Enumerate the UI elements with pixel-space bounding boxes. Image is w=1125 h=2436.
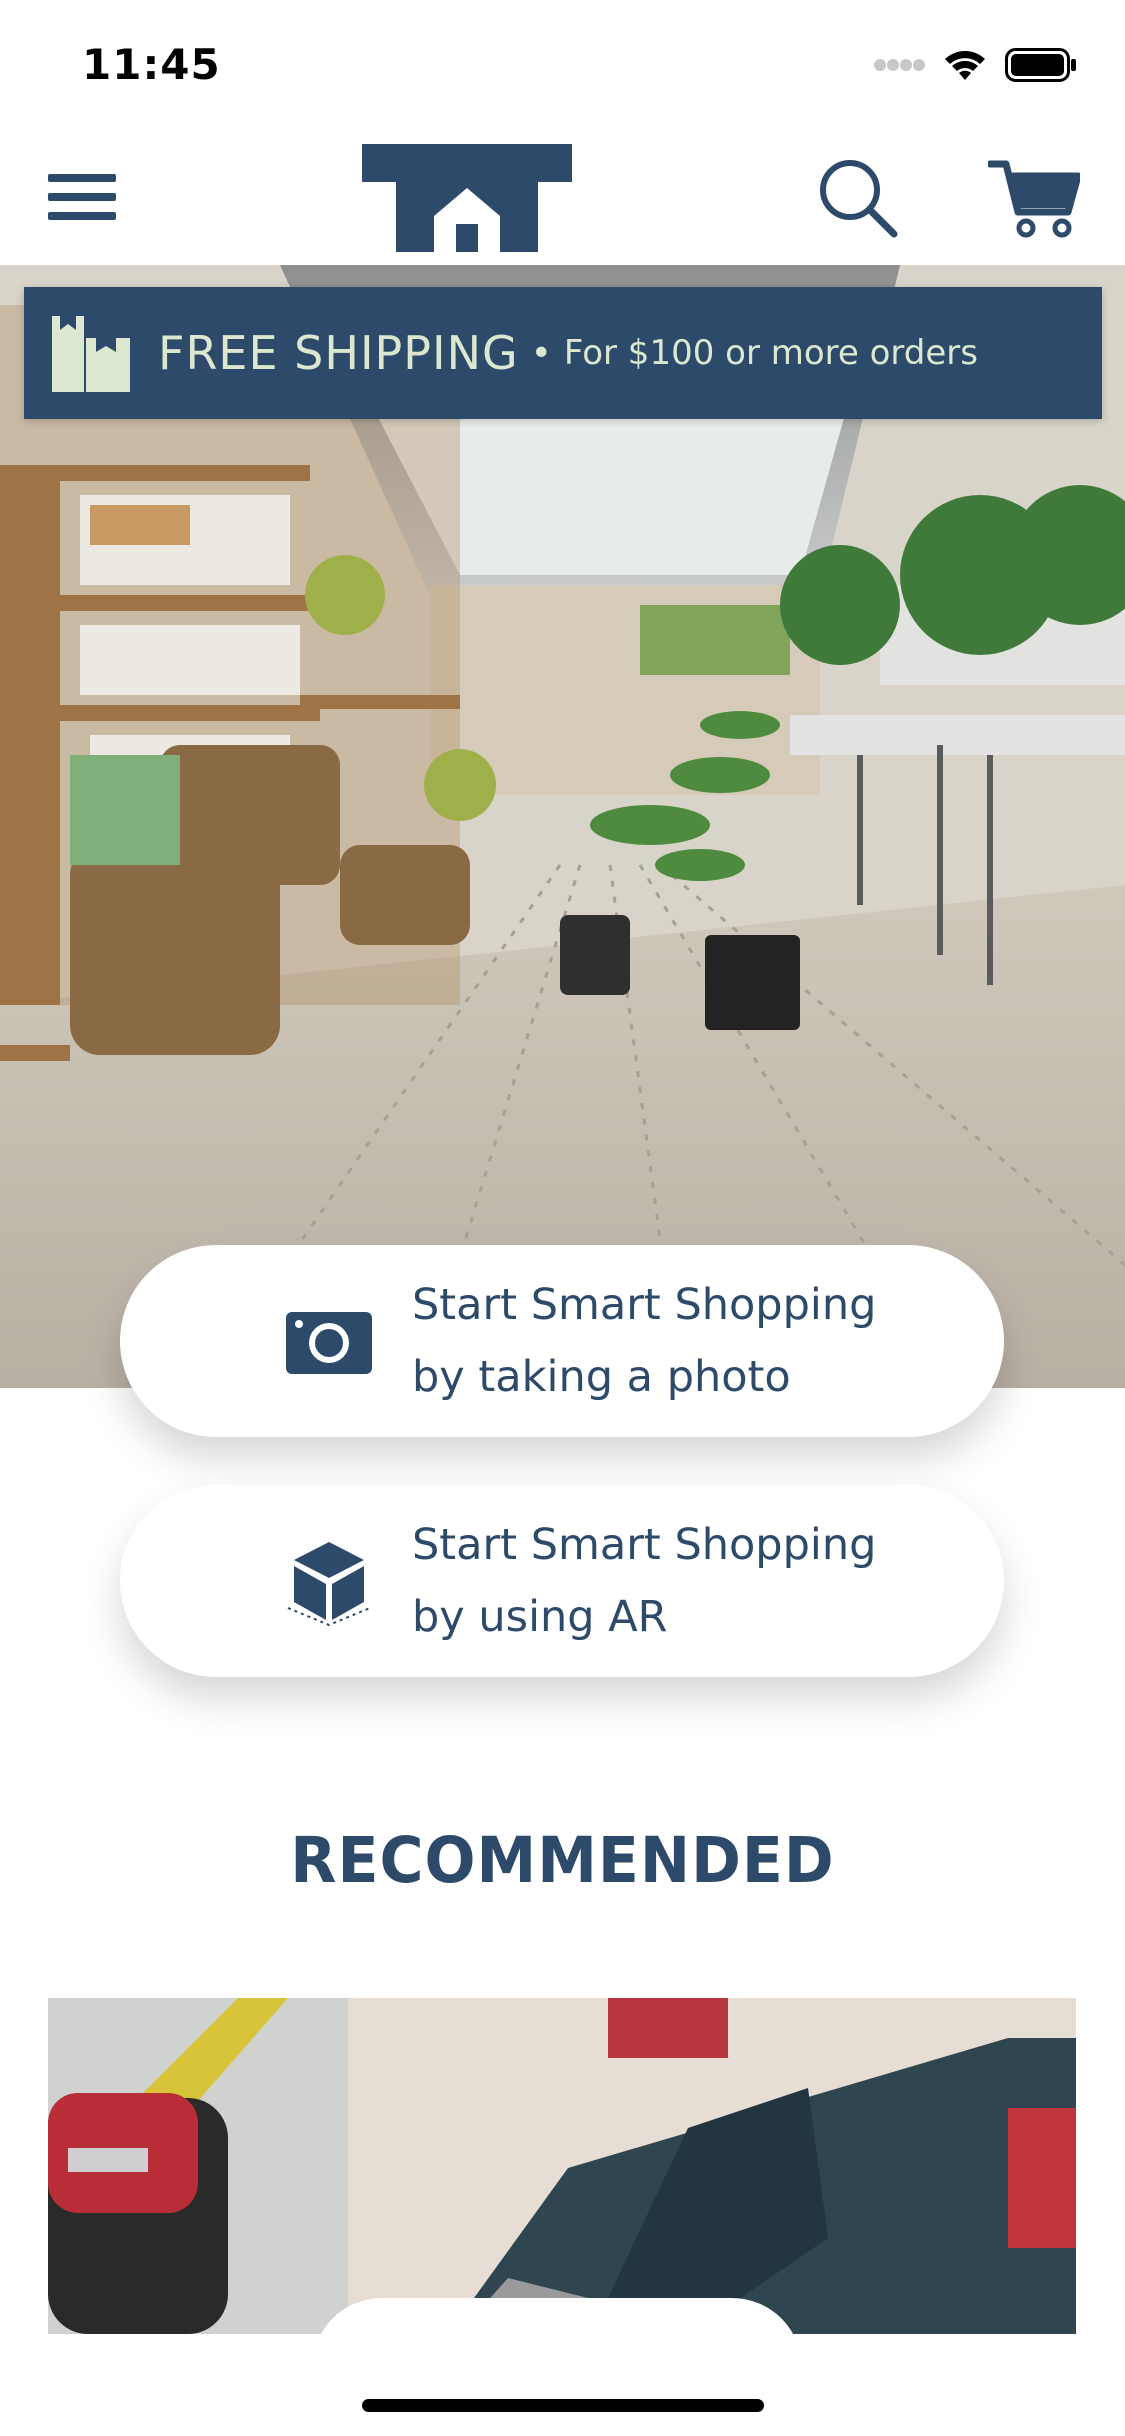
recommended-heading: RECOMMENDED <box>290 1824 835 1898</box>
banner-title: FREE SHIPPING <box>158 326 519 380</box>
app-header <box>0 130 1125 265</box>
free-shipping-banner[interactable]: FREE SHIPPING • For $100 or more orders <box>24 287 1102 419</box>
product-image <box>48 1998 1076 2334</box>
photo-button-line2: by taking a photo <box>412 1352 791 1402</box>
banner-separator: • <box>530 332 552 374</box>
store-logo[interactable] <box>362 144 572 252</box>
recommended-product-card[interactable] <box>48 1998 1076 2334</box>
ar-button-line2: by using AR <box>412 1592 668 1642</box>
hamburger-icon[interactable] <box>48 174 116 224</box>
card-overlay-tab <box>312 2298 802 2378</box>
cellular-signal-icon <box>874 59 925 71</box>
smart-shopping-ar-button[interactable]: Start Smart Shopping by using AR <box>120 1485 1004 1677</box>
home-indicator[interactable] <box>362 2399 764 2412</box>
photo-button-line1: Start Smart Shopping <box>412 1280 877 1330</box>
ar-cube-icon <box>287 1542 371 1626</box>
search-icon[interactable] <box>816 156 900 240</box>
status-icons <box>873 48 1077 82</box>
camera-icon <box>286 1312 372 1374</box>
ar-button-line1: Start Smart Shopping <box>412 1520 877 1570</box>
smart-shopping-photo-button[interactable]: Start Smart Shopping by taking a photo <box>120 1245 1004 1437</box>
boxes-icon <box>52 316 130 392</box>
cart-icon[interactable] <box>988 156 1080 240</box>
battery-icon <box>1005 48 1076 82</box>
banner-subtitle: For $100 or more orders <box>563 333 978 373</box>
status-time: 11:45 <box>82 40 221 89</box>
wifi-icon <box>945 51 985 80</box>
hero-store-image <box>0 265 1125 1388</box>
